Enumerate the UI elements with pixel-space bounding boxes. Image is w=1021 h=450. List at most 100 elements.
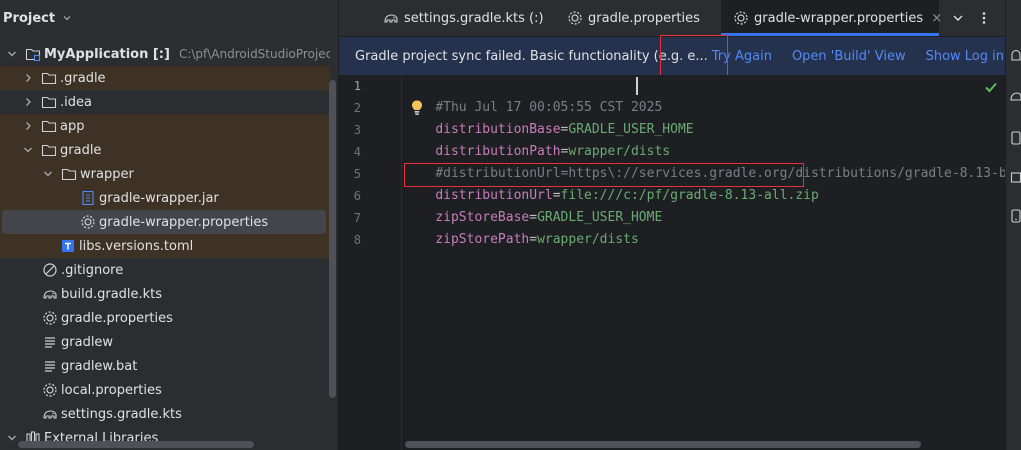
folder-icon: [41, 70, 57, 86]
tree-item-label: wrapper: [80, 166, 134, 182]
editor-horizontal-scrollbar[interactable]: [405, 441, 921, 448]
tree-item-app[interactable]: app: [0, 114, 330, 138]
close-icon[interactable]: ×: [931, 11, 942, 26]
text-caret: [636, 77, 638, 95]
chevron-down-icon[interactable]: [61, 12, 73, 24]
project-panel-header[interactable]: Project: [0, 0, 338, 36]
properties-file-icon: [733, 10, 749, 26]
project-panel-title[interactable]: Project: [3, 11, 55, 26]
tree-item-gradle-properties[interactable]: gradle.properties: [0, 306, 330, 330]
properties-file-icon: [42, 382, 58, 398]
tab-list-chevron-icon[interactable]: [947, 0, 969, 36]
code-line-6[interactable]: zipStoreBase=GRADLE_USER_HOME: [404, 185, 662, 225]
code-line-7[interactable]: zipStorePath=wrapper/dists: [404, 207, 639, 247]
tree-item-label: .gradle: [60, 70, 106, 86]
chevron-down-icon[interactable]: [42, 168, 54, 180]
line-number-gutter: 1 2 3 4 5 6 7 8: [339, 75, 401, 450]
jar-file-icon: [80, 190, 96, 206]
tree-item-dot-gradle[interactable]: .gradle: [0, 66, 330, 90]
right-tool-strip: [1005, 0, 1021, 450]
line-number: 2: [353, 101, 361, 115]
device-manager-icon[interactable]: [1010, 130, 1021, 146]
tree-item-label: gradlew: [61, 334, 114, 350]
chevron-down-icon[interactable]: [22, 144, 34, 156]
text-file-icon: [42, 358, 58, 374]
banner-message: Gradle project sync failed. Basic functi…: [355, 48, 708, 64]
property-equals: =: [529, 232, 538, 247]
properties-file-icon: [80, 214, 96, 230]
tree-item-gradlew-bat[interactable]: gradlew.bat: [0, 354, 330, 378]
tree-item-label: app: [60, 118, 85, 134]
properties-file-icon: [567, 10, 583, 26]
code-line-1[interactable]: #Thu Jul 17 00:05:55 CST 2025: [404, 75, 662, 115]
ignore-file-icon: [42, 262, 58, 278]
code-line-8[interactable]: [404, 229, 435, 251]
chevron-down-icon[interactable]: [6, 48, 18, 60]
text-file-icon: [42, 334, 58, 350]
chevron-right-icon[interactable]: [22, 120, 34, 132]
notifications-icon[interactable]: [1010, 48, 1021, 64]
code-line-3[interactable]: distributionPath=wrapper/dists: [404, 119, 670, 159]
tree-item-idea[interactable]: .idea: [0, 90, 330, 114]
property-value: wrapper/dists: [537, 232, 639, 247]
tree-item-gradlew[interactable]: gradlew: [0, 330, 330, 354]
tree-item-build-gradle-kts[interactable]: build.gradle.kts: [0, 282, 330, 306]
project-horizontal-scrollbar[interactable]: [18, 441, 254, 448]
tab-gradle-wrapper-properties[interactable]: gradle-wrapper.properties ×: [721, 0, 942, 36]
sync-failed-banner: Gradle project sync failed. Basic functi…: [339, 37, 1005, 75]
project-tool-window: Project MyApplication [:] C:\pf\AndroidS…: [0, 0, 338, 450]
show-log-link[interactable]: Show Log in Explorer: [926, 49, 1005, 64]
tree-item-label: .gitignore: [61, 262, 124, 278]
tab-settings-gradle-kts[interactable]: settings.gradle.kts (:): [383, 0, 544, 36]
property-key: zipStorePath: [435, 232, 530, 247]
tree-item-libs-versions-toml[interactable]: libs.versions.toml: [0, 234, 330, 258]
folder-icon: [41, 118, 57, 134]
folder-icon: [41, 142, 57, 158]
tree-item-gradle[interactable]: gradle: [0, 138, 330, 162]
running-devices-icon[interactable]: [1010, 170, 1021, 186]
tree-item-gitignore[interactable]: .gitignore: [0, 258, 330, 282]
gradle-tool-icon[interactable]: [1010, 88, 1021, 104]
line-number: 6: [353, 189, 361, 203]
line-number: 7: [353, 211, 361, 225]
tree-item-label: gradle: [60, 142, 102, 158]
tree-item-local-properties[interactable]: local.properties: [0, 378, 330, 402]
tree-item-settings-gradle-kts[interactable]: settings.gradle.kts: [0, 402, 330, 426]
chevron-right-icon[interactable]: [22, 72, 34, 84]
tree-item-gradle-wrapper-properties[interactable]: gradle-wrapper.properties: [2, 210, 326, 234]
tree-item-wrapper[interactable]: wrapper: [0, 162, 330, 186]
line-number: 4: [353, 145, 361, 159]
tab-label: gradle-wrapper.properties: [754, 10, 924, 26]
tree-item-label: local.properties: [61, 382, 162, 398]
try-again-link[interactable]: Try Again: [712, 49, 772, 64]
lightbulb-icon[interactable]: [409, 99, 425, 117]
tree-item-myapplication[interactable]: MyApplication [:] C:\pf\AndroidStudioPro…: [0, 42, 330, 66]
project-path: C:\pf\AndroidStudioProjects\MyApplicatio…: [178, 47, 330, 61]
open-build-view-link[interactable]: Open 'Build' View: [792, 49, 906, 64]
line-number: 1: [353, 79, 361, 93]
more-options-icon[interactable]: [973, 0, 995, 36]
code-line-2[interactable]: distributionBase=GRADLE_USER_HOME: [404, 97, 693, 137]
tree-item-label: .idea: [60, 94, 92, 110]
tree-item-label: MyApplication [:]: [44, 46, 170, 62]
tree-item-label: gradle-wrapper.properties: [99, 214, 269, 230]
chevron-right-icon[interactable]: [22, 96, 34, 108]
code-editor[interactable]: 1 2 3 4 5 6 7 8 #Thu Jul 17 00:05:55 CST…: [339, 75, 1005, 450]
editor-tab-bar: settings.gradle.kts (:) gradle.propertie…: [339, 0, 1005, 37]
project-vertical-scrollbar[interactable]: [329, 80, 336, 398]
folder-icon: [41, 94, 57, 110]
tree-item-label: build.gradle.kts: [61, 286, 163, 302]
tree-item-label: gradle-wrapper.jar: [99, 190, 219, 206]
code-line-4[interactable]: #distributionUrl=https\://services.gradl…: [404, 141, 1005, 181]
code-line-5[interactable]: distributionUrl=file:///c:/pf/gradle-8.1…: [404, 163, 819, 203]
chevron-down-icon[interactable]: [6, 432, 18, 444]
folder-icon: [61, 166, 77, 182]
tree-item-gradle-wrapper-jar[interactable]: gradle-wrapper.jar: [0, 186, 330, 210]
tab-gradle-properties[interactable]: gradle.properties: [567, 0, 700, 36]
checkmark-icon[interactable]: [983, 79, 999, 95]
tab-label: settings.gradle.kts (:): [404, 10, 544, 26]
module-folder-icon: [25, 46, 41, 62]
tree-item-label: settings.gradle.kts: [61, 406, 182, 422]
emulator-icon[interactable]: [1010, 208, 1021, 224]
toml-file-icon: [60, 238, 76, 254]
